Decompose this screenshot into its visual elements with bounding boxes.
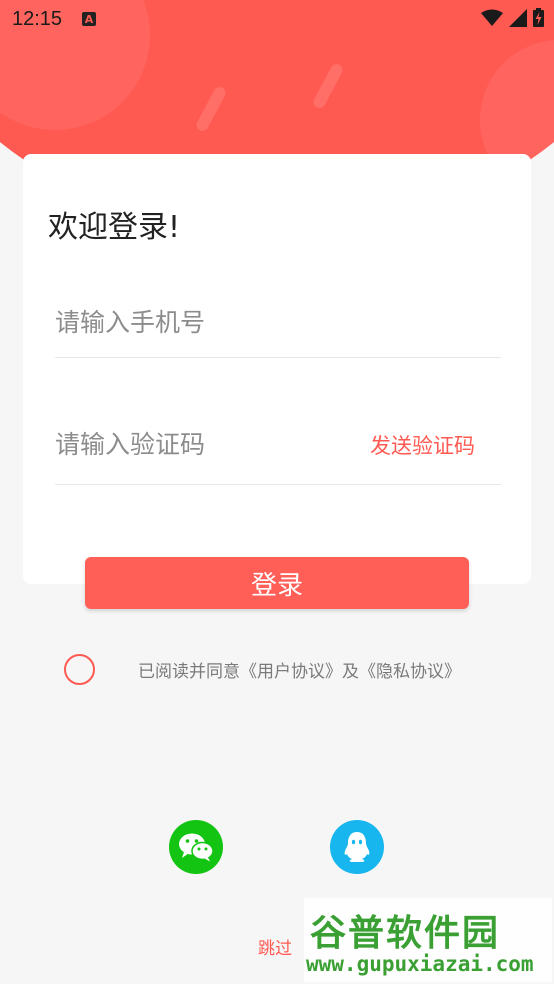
welcome-title: 欢迎登录! bbox=[48, 210, 181, 245]
notification-a-icon: A bbox=[82, 12, 97, 26]
code-underline bbox=[55, 484, 501, 485]
agreement-prefix: 已阅读并同意 bbox=[138, 662, 240, 682]
signal-icon bbox=[509, 8, 527, 27]
privacy-policy-link[interactable]: 《隐私协议》 bbox=[359, 662, 461, 682]
watermark-url: www.gupuxiazai.com bbox=[306, 952, 534, 976]
phone-input[interactable] bbox=[55, 302, 355, 342]
watermark: 谷普软件园 www.gupuxiazai.com bbox=[304, 898, 552, 982]
qq-login-button[interactable] bbox=[330, 820, 384, 874]
user-agreement-link[interactable]: 《用户协议》 bbox=[240, 662, 342, 682]
wechat-icon bbox=[179, 833, 214, 862]
wifi-icon bbox=[481, 9, 503, 26]
phone-underline bbox=[55, 357, 501, 358]
qq-icon bbox=[344, 832, 370, 862]
wechat-login-button[interactable] bbox=[169, 820, 223, 874]
login-button[interactable]: 登录 bbox=[85, 557, 469, 609]
watermark-logo: 谷普软件园 bbox=[310, 913, 501, 954]
status-bar: 12:15 A bbox=[0, 0, 554, 38]
status-time: 12:15 bbox=[12, 7, 63, 30]
skip-button[interactable]: 跳过 bbox=[258, 934, 292, 959]
verification-code-input[interactable] bbox=[55, 424, 335, 464]
agreement-text: 已阅读并同意《用户协议》及《隐私协议》 bbox=[138, 657, 461, 682]
agreement-and: 及 bbox=[342, 662, 359, 682]
send-code-button[interactable]: 发送验证码 bbox=[370, 430, 475, 460]
status-icons bbox=[481, 8, 544, 27]
login-card: 欢迎登录! 发送验证码 bbox=[23, 154, 531, 584]
agreement-checkbox[interactable] bbox=[64, 654, 95, 685]
battery-charging-icon bbox=[533, 8, 544, 27]
